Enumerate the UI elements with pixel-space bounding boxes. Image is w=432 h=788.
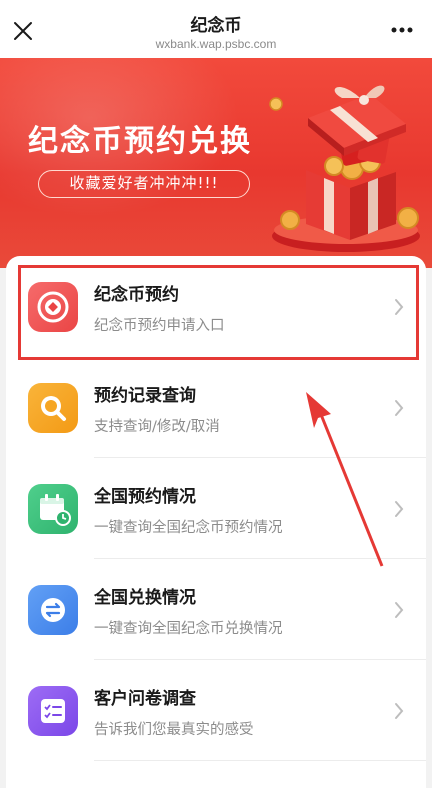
promo-banner: 纪念币预约兑换 收藏爱好者冲冲冲!!! (0, 58, 432, 268)
gift-box-icon (269, 85, 420, 252)
menu-item-title: 全国兑换情况 (94, 588, 196, 608)
divider (94, 760, 426, 761)
menu-item-title: 预约记录查询 (94, 386, 196, 406)
exchange-icon (28, 585, 78, 635)
menu-item-desc: 告诉我们您最真实的感受 (94, 722, 254, 738)
checklist-icon (28, 686, 78, 736)
chevron-right-icon (395, 400, 404, 416)
menu-item-national-reservation[interactable]: 全国预约情况 一键查询全国纪念币预约情况 (6, 458, 426, 559)
chevron-right-icon (395, 501, 404, 517)
menu-item-customer-survey[interactable]: 客户问卷调查 告诉我们您最真实的感受 (6, 660, 426, 761)
page-title: 纪念币 (190, 16, 242, 36)
page-url: wxbank.wap.psbc.com (155, 37, 277, 51)
chevron-right-icon (395, 602, 404, 618)
calendar-clock-icon (28, 484, 78, 534)
highlight-box (18, 265, 419, 360)
more-options-icon[interactable] (390, 24, 414, 36)
menu-item-title: 客户问卷调查 (94, 689, 196, 709)
menu-item-title: 全国预约情况 (94, 487, 196, 507)
chevron-right-icon (395, 703, 404, 719)
menu-item-national-exchange[interactable]: 全国兑换情况 一键查询全国纪念币兑换情况 (6, 559, 426, 660)
menu-item-desc: 一键查询全国纪念币预约情况 (94, 520, 283, 536)
banner-subtitle: 收藏爱好者冲冲冲!!! (38, 170, 250, 198)
top-nav-bar: 纪念币 wxbank.wap.psbc.com (0, 0, 432, 58)
search-icon (28, 383, 78, 433)
menu-item-desc: 一键查询全国纪念币兑换情况 (94, 621, 283, 637)
banner-title: 纪念币预约兑换 (28, 124, 252, 159)
menu-item-record-query[interactable]: 预约记录查询 支持查询/修改/取消 (6, 357, 426, 458)
menu-item-desc: 支持查询/修改/取消 (94, 419, 220, 435)
